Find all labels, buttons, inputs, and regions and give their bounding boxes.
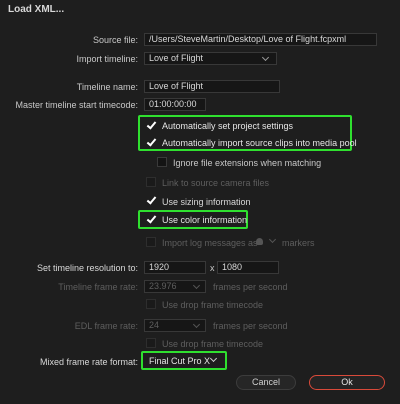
source-file-field[interactable]: /Users/SteveMartin/Desktop/Love of Fligh… bbox=[144, 33, 377, 46]
resolution-separator: x bbox=[210, 263, 215, 273]
auto-project-label: Automatically set project settings bbox=[162, 121, 294, 131]
window-title: Load XML... bbox=[8, 4, 65, 15]
chevron-down-icon bbox=[261, 53, 270, 62]
timeline-fps-dropdown[interactable]: 23.976 bbox=[144, 280, 206, 293]
ok-button[interactable]: Ok bbox=[309, 375, 385, 390]
timeline-fps-label: Timeline frame rate: bbox=[58, 282, 138, 292]
start-timecode-input[interactable]: 01:00:00:00 bbox=[144, 98, 206, 111]
timeline-fps-unit: frames per second bbox=[213, 282, 288, 292]
edl-drop-frame-label: Use drop frame timecode bbox=[162, 339, 264, 349]
sizing-checkbox[interactable] bbox=[146, 195, 156, 205]
import-log-checkbox[interactable] bbox=[146, 237, 156, 247]
import-timeline-value: Love of Flight bbox=[149, 53, 204, 63]
auto-import-label: Automatically import source clips into m… bbox=[162, 138, 357, 148]
mixed-format-label: Mixed frame rate format: bbox=[39, 357, 138, 367]
source-file-label: Source file: bbox=[92, 35, 138, 45]
resolution-label: Set timeline resolution to: bbox=[36, 263, 138, 273]
mixed-format-dropdown[interactable]: Final Cut Pro X bbox=[149, 356, 210, 366]
chevron-down-icon bbox=[192, 320, 201, 329]
mixed-format-value: Final Cut Pro X bbox=[149, 356, 211, 366]
edl-fps-label: EDL frame rate: bbox=[74, 321, 138, 331]
color-info-checkbox[interactable] bbox=[146, 214, 156, 224]
cancel-button[interactable]: Cancel bbox=[236, 375, 296, 390]
ignore-ext-label: Ignore file extensions when matching bbox=[173, 158, 322, 168]
edl-fps-dropdown[interactable]: 24 bbox=[144, 319, 206, 332]
timeline-name-input[interactable]: Love of Flight bbox=[144, 80, 280, 93]
start-timecode-label: Master timeline start timecode: bbox=[15, 100, 138, 110]
marker-color-icon[interactable] bbox=[256, 238, 263, 245]
resolution-height-input[interactable]: 1080 bbox=[217, 261, 279, 274]
edl-fps-unit: frames per second bbox=[213, 321, 288, 331]
timeline-name-label: Timeline name: bbox=[76, 82, 138, 92]
import-log-label: Import log messages as bbox=[162, 238, 258, 248]
resolution-width-input[interactable]: 1920 bbox=[144, 261, 206, 274]
link-camera-label: Link to source camera files bbox=[162, 178, 270, 188]
timeline-drop-frame-checkbox[interactable] bbox=[146, 299, 156, 309]
auto-project-checkbox[interactable] bbox=[146, 120, 156, 130]
chevron-down-icon bbox=[268, 235, 277, 244]
color-info-label: Use color information bbox=[162, 215, 248, 225]
chevron-down-icon bbox=[192, 281, 201, 290]
sizing-label: Use sizing information bbox=[162, 197, 251, 207]
import-timeline-label: Import timeline: bbox=[76, 54, 138, 64]
edl-drop-frame-checkbox[interactable] bbox=[146, 338, 156, 348]
import-timeline-dropdown[interactable]: Love of Flight bbox=[144, 52, 277, 65]
edl-fps-value: 24 bbox=[149, 320, 160, 330]
ignore-ext-checkbox[interactable] bbox=[157, 157, 167, 167]
timeline-fps-value: 23.976 bbox=[149, 281, 177, 291]
markers-label: markers bbox=[282, 238, 315, 248]
auto-import-checkbox[interactable] bbox=[146, 137, 156, 147]
timeline-drop-frame-label: Use drop frame timecode bbox=[162, 300, 264, 310]
link-camera-checkbox[interactable] bbox=[146, 177, 156, 187]
